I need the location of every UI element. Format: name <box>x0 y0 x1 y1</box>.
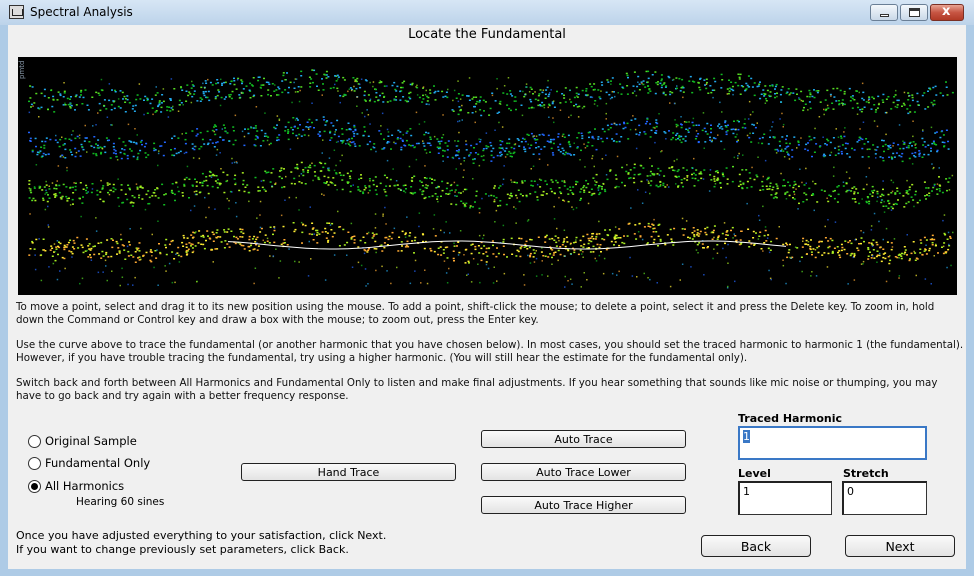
stretch-input[interactable]: 0 <box>842 481 927 515</box>
spectrogram-view[interactable]: pmtd <box>18 57 957 295</box>
close-button[interactable]: x <box>930 4 964 21</box>
title-bar[interactable]: Spectral Analysis x <box>0 0 974 25</box>
spectrogram-axis-label: pmtd <box>18 61 26 79</box>
auto-trace-lower-button[interactable]: Auto Trace Lower <box>481 463 686 481</box>
level-value: 1 <box>743 485 750 498</box>
footer-back-hint: If you want to change previously set par… <box>16 543 349 556</box>
radio-fundamental-only[interactable]: Fundamental Only <box>28 455 150 471</box>
auto-trace-higher-button[interactable]: Auto Trace Higher <box>481 496 686 514</box>
maximize-icon <box>909 8 920 17</box>
level-input[interactable]: 1 <box>738 481 832 515</box>
radio-original-sample-label: Original Sample <box>45 434 137 448</box>
footer-next-hint: Once you have adjusted everything to you… <box>16 529 387 542</box>
back-button[interactable]: Back <box>701 535 811 557</box>
radio-original-sample-control[interactable] <box>28 434 41 448</box>
radio-all-harmonics-control[interactable] <box>28 479 41 493</box>
instructions-editing: To move a point, select and drag it to i… <box>16 301 935 326</box>
radio-all-harmonics[interactable]: All Harmonics <box>28 478 124 494</box>
close-icon: x <box>942 4 951 19</box>
next-button[interactable]: Next <box>845 535 955 557</box>
stretch-value: 0 <box>847 485 854 498</box>
radio-all-harmonics-label: All Harmonics <box>45 479 125 493</box>
radio-original-sample[interactable]: Original Sample <box>28 433 137 449</box>
stretch-label: Stretch <box>843 467 889 480</box>
minimize-icon <box>880 14 889 17</box>
hand-trace-button[interactable]: Hand Trace <box>241 463 456 481</box>
window-title: Spectral Analysis <box>30 5 133 19</box>
page-title: Locate the Fundamental <box>408 27 566 42</box>
app-icon <box>9 5 24 19</box>
traced-harmonic-label: Traced Harmonic <box>738 412 843 425</box>
maximize-button[interactable] <box>900 4 928 21</box>
playback-status: Hearing 60 sines <box>76 496 165 508</box>
auto-trace-button[interactable]: Auto Trace <box>481 430 686 448</box>
radio-fundamental-only-control[interactable] <box>28 456 41 470</box>
spectrogram-canvas[interactable]: pmtd <box>18 57 957 295</box>
radio-fundamental-only-label: Fundamental Only <box>45 456 151 470</box>
traced-harmonic-value: 1 <box>743 430 750 443</box>
instructions-harmonic: Use the curve above to trace the fundame… <box>16 339 964 364</box>
dialog-body: Locate the Fundamental pmtd To move a po… <box>8 25 966 569</box>
instructions-listen: Switch back and forth between All Harmon… <box>16 377 938 402</box>
level-label: Level <box>738 467 771 480</box>
minimize-button[interactable] <box>870 4 898 21</box>
traced-harmonic-input[interactable]: 1 <box>738 426 927 460</box>
